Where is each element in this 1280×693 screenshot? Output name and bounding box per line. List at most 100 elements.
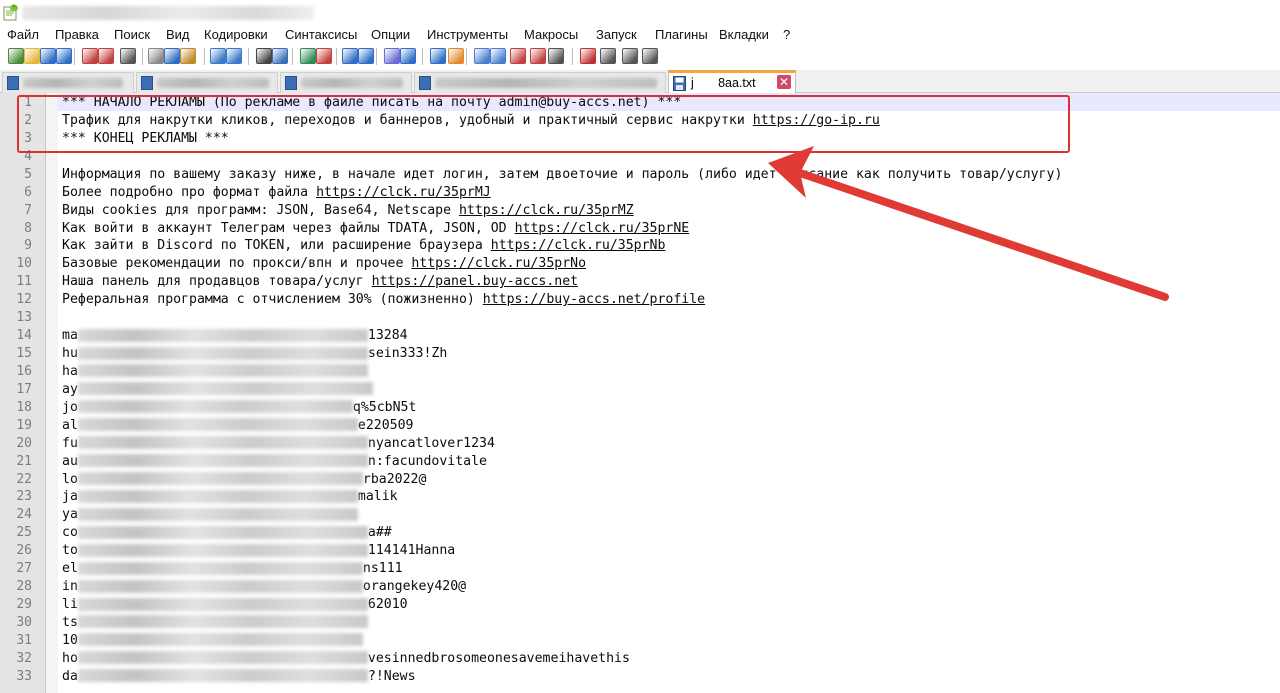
- credential-suffix: q%5cbN5t: [352, 399, 417, 415]
- menu-tools[interactable]: Инструменты: [427, 27, 508, 42]
- menu-language[interactable]: Синтаксисы: [285, 27, 357, 42]
- credential-suffix: ?!News: [367, 668, 416, 684]
- text-editor[interactable]: 1 2 3 4 5 6 7 8 9 10 11 12 13 14 15 16 17 18 19 20 21 22 23 24 2…: [0, 93, 1280, 693]
- hyperlink[interactable]: https://buy-accs.net/profile: [483, 292, 705, 307]
- tab-hidden-1[interactable]: [2, 72, 134, 93]
- zoom-in-icon[interactable]: [300, 48, 316, 64]
- menu-settings[interactable]: Опции: [371, 27, 410, 42]
- zoom-out-icon[interactable]: [316, 48, 332, 64]
- tab-active[interactable]: j 8aa.txt ✕: [668, 70, 796, 94]
- menu-help[interactable]: ?: [783, 27, 790, 42]
- redacted-credential: [77, 489, 358, 503]
- code-line: 10: [62, 633, 363, 648]
- sync-v-icon[interactable]: [342, 48, 358, 64]
- all-chars-icon[interactable]: [400, 48, 416, 64]
- hyperlink[interactable]: https://clck.ru/35prMZ: [459, 203, 634, 218]
- code-line: ja malik: [62, 489, 398, 504]
- menu-file[interactable]: Файл: [7, 27, 39, 42]
- print-icon[interactable]: [120, 48, 136, 64]
- tab-filename: j 8aa.txt: [691, 76, 756, 90]
- menu-window[interactable]: Вкладки: [719, 27, 769, 42]
- menu-macro[interactable]: Макросы: [524, 27, 578, 42]
- credential-prefix: co: [62, 525, 78, 541]
- line-number: 18: [16, 399, 32, 415]
- credential-prefix: ma: [62, 328, 78, 344]
- line-number: 29: [16, 597, 32, 613]
- tab-close-icon[interactable]: ✕: [777, 75, 791, 89]
- sync-h-icon[interactable]: [358, 48, 374, 64]
- redacted-credential: [77, 597, 368, 611]
- save-macro-icon[interactable]: [642, 48, 658, 64]
- toolbar-separator: [466, 48, 467, 65]
- udl-icon[interactable]: [448, 48, 464, 64]
- code-line: Более подробно про формат файла https://…: [62, 185, 491, 200]
- hyperlink[interactable]: https://clck.ru/35prNE: [515, 221, 690, 236]
- paste-icon[interactable]: [180, 48, 196, 64]
- menu-edit[interactable]: Правка: [55, 27, 99, 42]
- record-macro-icon[interactable]: [548, 48, 564, 64]
- new-file-icon[interactable]: [8, 48, 24, 64]
- code-line: ts: [62, 615, 368, 630]
- undo-icon[interactable]: [210, 48, 226, 64]
- credential-prefix: al: [62, 417, 78, 433]
- menu-plugins[interactable]: Плагины: [655, 27, 708, 42]
- run-macro-icon[interactable]: [622, 48, 638, 64]
- replace-icon[interactable]: [272, 48, 288, 64]
- credential-suffix: vesinnedbrosomeonesavemeihavethis: [367, 650, 630, 666]
- toolbar-separator: [204, 48, 205, 65]
- code-line: Виды cookies для программ: JSON, Base64,…: [62, 203, 634, 218]
- save-icon[interactable]: [40, 48, 56, 64]
- code-line: li 62010: [62, 597, 408, 612]
- redacted-credential: [77, 669, 368, 683]
- toolbar-separator: [572, 48, 573, 65]
- play-macro-icon[interactable]: [600, 48, 616, 64]
- find-icon[interactable]: [256, 48, 272, 64]
- redo-icon[interactable]: [226, 48, 242, 64]
- hyperlink[interactable]: https://clck.ru/35prNo: [411, 256, 586, 271]
- file-icon: [7, 76, 19, 90]
- hyperlink[interactable]: https://clck.ru/35prMJ: [316, 185, 491, 200]
- line-number: 27: [16, 561, 32, 577]
- code-line: Наша панель для продавцов товара/услуг h…: [62, 274, 578, 289]
- line-text: Наша панель для продавцов товара/услуг: [62, 274, 372, 290]
- line-number: 14: [16, 328, 32, 344]
- stop-macro-icon[interactable]: [580, 48, 596, 64]
- menu-run[interactable]: Запуск: [596, 27, 637, 42]
- redacted-credential: [77, 507, 358, 521]
- line-number: 7: [24, 202, 32, 218]
- cut-icon[interactable]: [148, 48, 164, 64]
- save-all-icon[interactable]: [56, 48, 72, 64]
- redacted-credential: [77, 346, 368, 360]
- tab-hidden-2[interactable]: [136, 72, 278, 93]
- wrap-icon[interactable]: [384, 48, 400, 64]
- hyperlink[interactable]: https://panel.buy-accs.net: [372, 274, 578, 289]
- menu-view[interactable]: Вид: [166, 27, 190, 42]
- doc-map-icon[interactable]: [474, 48, 490, 64]
- line-number: 9: [24, 238, 32, 254]
- monitor-icon[interactable]: [530, 48, 546, 64]
- redacted-credential: [77, 561, 363, 575]
- func-list-icon[interactable]: [490, 48, 506, 64]
- close-all-icon[interactable]: [98, 48, 114, 64]
- line-number: 32: [16, 650, 32, 666]
- redacted-credential: [77, 418, 358, 432]
- line-number: 21: [16, 453, 32, 469]
- toolbar-separator: [292, 48, 293, 65]
- copy-icon[interactable]: [164, 48, 180, 64]
- toolbar-separator: [336, 48, 337, 65]
- code-line: ay: [62, 382, 373, 397]
- line-text: Виды cookies для программ: JSON, Base64,…: [62, 202, 459, 218]
- open-file-icon[interactable]: [24, 48, 40, 64]
- tab-hidden-4[interactable]: [414, 72, 666, 93]
- indent-guide-icon[interactable]: [430, 48, 446, 64]
- menu-encoding[interactable]: Кодировки: [204, 27, 268, 42]
- close-icon[interactable]: [82, 48, 98, 64]
- tab-hidden-3[interactable]: [280, 72, 412, 93]
- credential-prefix: jo: [62, 399, 78, 415]
- menu-search[interactable]: Поиск: [114, 27, 150, 42]
- credential-prefix: hu: [62, 346, 78, 362]
- folder-workspace-icon[interactable]: [510, 48, 526, 64]
- credential-prefix: 10: [62, 632, 78, 648]
- credential-prefix: ha: [62, 363, 78, 379]
- hyperlink[interactable]: https://clck.ru/35prNb: [491, 238, 666, 253]
